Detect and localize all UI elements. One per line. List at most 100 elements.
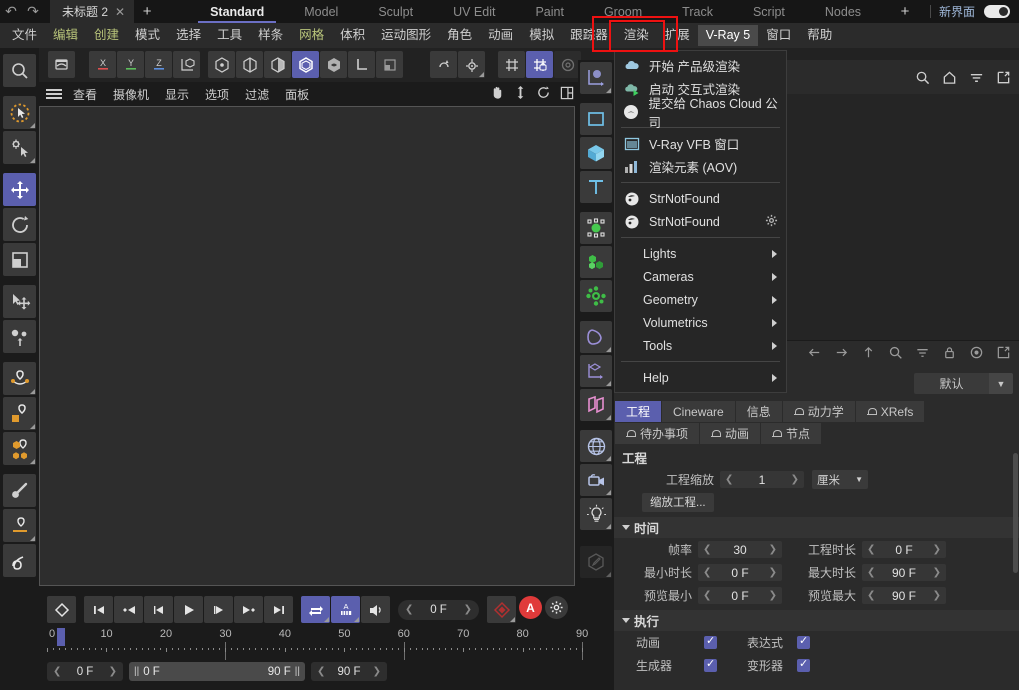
up-arrow-icon[interactable]: [861, 345, 876, 363]
object-axis-icon[interactable]: [458, 51, 485, 78]
record-icon[interactable]: [969, 345, 984, 363]
vray-dropdown-menu[interactable]: 开始 产品级渲染 启动 交互式渲染 提交给 Chaos Cloud 公司 V-Ray …: [614, 50, 787, 393]
texture-mode-icon[interactable]: [320, 51, 347, 78]
layout-tab-script[interactable]: Script: [733, 0, 805, 23]
forward-arrow-icon[interactable]: [834, 345, 849, 363]
exec-checkbox-right[interactable]: [797, 657, 810, 672]
timeline-range-slider[interactable]: || 0 F 90 F ||: [129, 662, 305, 681]
time-field-right[interactable]: ❮ 0 F ❯: [862, 541, 946, 558]
menu-item-16[interactable]: V-Ray 5: [697, 25, 759, 46]
vray-menu-item-12[interactable]: Geometry: [615, 288, 786, 311]
attr-tab-xrefs[interactable]: XRefs: [855, 401, 925, 422]
attr-tab-信息[interactable]: 信息: [735, 401, 782, 422]
project-scale-input[interactable]: ❮ 1 ❯: [720, 471, 804, 488]
add-layout-button[interactable]: +: [892, 0, 918, 23]
select-tool-icon[interactable]: [3, 131, 36, 164]
vray-menu-item-16[interactable]: Help: [615, 366, 786, 389]
preset-dropdown[interactable]: 默认 ▼: [914, 373, 1013, 394]
light-icon[interactable]: [580, 498, 612, 530]
attribute-scrollbar[interactable]: [1013, 453, 1018, 573]
go-to-end-icon[interactable]: [264, 596, 293, 623]
menu-item-12[interactable]: 模拟: [521, 25, 562, 46]
vray-menu-item-7[interactable]: StrNotFound: [615, 187, 786, 210]
increment-icon[interactable]: ❯: [791, 474, 799, 485]
viewport-menu-2[interactable]: 显示: [157, 86, 197, 103]
menu-item-17[interactable]: 窗口: [758, 25, 799, 46]
menu-item-4[interactable]: 选择: [168, 25, 209, 46]
timeline-ruler[interactable]: 0 10 20 30 40 50 60 70 80 90: [47, 628, 597, 660]
back-arrow-icon[interactable]: [807, 345, 822, 363]
menu-item-5[interactable]: 工具: [209, 25, 250, 46]
increment-icon[interactable]: ❯: [933, 590, 941, 601]
polygon-brush-icon[interactable]: [3, 397, 36, 430]
filter-icon[interactable]: [969, 70, 984, 88]
text-tool-icon[interactable]: [580, 171, 612, 203]
layout-tab-uv-edit[interactable]: UV Edit: [433, 0, 515, 23]
menu-item-11[interactable]: 动画: [480, 25, 521, 46]
poly-cluster-icon[interactable]: [3, 432, 36, 465]
snap-options-icon[interactable]: [554, 51, 581, 78]
pan-zoom-icon[interactable]: [514, 85, 527, 103]
play-icon[interactable]: [174, 596, 203, 623]
lock-icon[interactable]: [942, 345, 957, 363]
rotate-tool-icon[interactable]: [3, 208, 36, 241]
gear-icon[interactable]: [765, 214, 778, 230]
loop-icon[interactable]: [301, 596, 330, 623]
range-left-handle[interactable]: ||: [134, 666, 139, 677]
current-frame-field[interactable]: ❮ 0 F ❯: [398, 599, 479, 620]
increment-icon[interactable]: ❯: [373, 666, 381, 677]
undo-object-icon[interactable]: [48, 51, 75, 78]
filter-icon[interactable]: [915, 345, 930, 363]
menu-item-2[interactable]: 创建: [86, 25, 127, 46]
menu-item-13[interactable]: 跟踪器: [562, 25, 616, 46]
attr-tab-待办事项[interactable]: 待办事项: [615, 423, 700, 444]
vray-menu-item-4[interactable]: V-Ray VFB 窗口: [615, 132, 786, 155]
polygon-pen-icon[interactable]: [3, 362, 36, 395]
go-to-start-icon[interactable]: [84, 596, 113, 623]
polygon-mode-icon[interactable]: [264, 51, 291, 78]
search-icon[interactable]: [3, 54, 36, 87]
decrement-icon[interactable]: ❮: [867, 590, 875, 601]
layout-tab-sculpt[interactable]: Sculpt: [358, 0, 433, 23]
timeline-end-field[interactable]: ❮ 90 F ❯: [311, 662, 387, 681]
auto-key-button[interactable]: A: [519, 596, 542, 619]
vray-menu-item-14[interactable]: Tools: [615, 334, 786, 357]
sculpt-disabled-icon[interactable]: [580, 546, 612, 578]
increment-icon[interactable]: ❯: [933, 544, 941, 555]
layout-tab-nodes[interactable]: Nodes: [805, 0, 881, 23]
external-link-icon[interactable]: [996, 345, 1011, 363]
scene-axis-icon[interactable]: [580, 355, 612, 387]
step-forward-icon[interactable]: [204, 596, 233, 623]
redo-arrow-icon[interactable]: ↷: [22, 0, 44, 23]
chevron-down-icon[interactable]: ▼: [855, 475, 863, 484]
model-mode-icon[interactable]: [292, 51, 319, 78]
next-key-icon[interactable]: [234, 596, 263, 623]
search-icon[interactable]: [888, 345, 903, 363]
exec-checkbox-left[interactable]: [704, 634, 717, 649]
time-field-right[interactable]: ❮ 90 F ❯: [862, 564, 946, 581]
hand-icon[interactable]: [490, 85, 505, 103]
menu-item-15[interactable]: 扩展: [657, 25, 698, 46]
menu-item-8[interactable]: 体积: [332, 25, 373, 46]
decrement-icon[interactable]: ❮: [867, 544, 875, 555]
workplane-icon[interactable]: [348, 51, 375, 78]
increment-icon[interactable]: ❯: [933, 567, 941, 578]
undo-arrow-icon[interactable]: ↶: [0, 0, 22, 23]
brush-tool-icon[interactable]: [3, 474, 36, 507]
point-mode-icon[interactable]: [208, 51, 235, 78]
menu-item-7[interactable]: 网格: [291, 25, 332, 46]
exec-checkbox-left[interactable]: [704, 657, 717, 672]
layout-icon[interactable]: [560, 86, 574, 103]
timeline-start-field[interactable]: ❮ 0 F ❯: [47, 662, 123, 681]
search-icon[interactable]: [915, 70, 930, 88]
attr-tab-节点[interactable]: 节点: [761, 423, 822, 444]
snap-lock-icon[interactable]: [526, 51, 553, 78]
section-exec-header[interactable]: 执行: [614, 610, 1019, 631]
menu-item-3[interactable]: 模式: [127, 25, 168, 46]
viewport-menu-4[interactable]: 过滤: [237, 86, 277, 103]
vray-menu-item-0[interactable]: 开始 产品级渲染: [615, 54, 786, 77]
new-ui-toggle[interactable]: [984, 5, 1010, 18]
world-coordinates-icon[interactable]: [173, 51, 200, 78]
camera-icon[interactable]: [580, 464, 612, 496]
viewport-menu-1[interactable]: 摄像机: [105, 86, 157, 103]
